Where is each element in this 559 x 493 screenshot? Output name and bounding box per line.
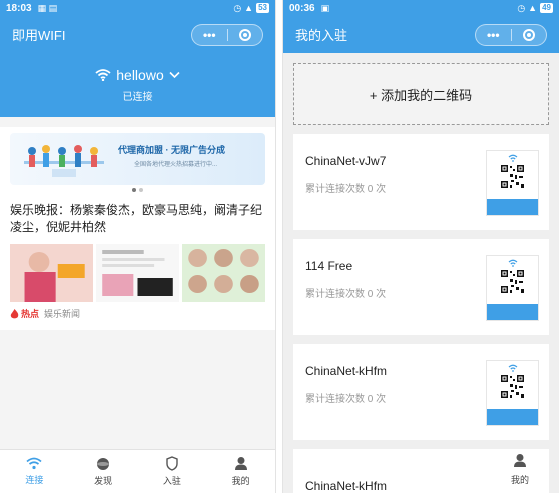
promo-banner[interactable]: 代理商加盟 · 无限广告分成 全国各地代理火热招募进行中... xyxy=(10,133,265,185)
add-qrcode-button[interactable]: + 添加我的二维码 xyxy=(293,63,549,125)
mini-program-capsule: ••• xyxy=(475,23,547,46)
right-phone-screen: 00:36 ▣ ◷ ▲ 49 我的入驻 ••• + 添加我的二维码 ChinaN… xyxy=(282,0,559,493)
shield-icon xyxy=(166,456,178,471)
user-icon xyxy=(513,454,526,467)
carousel-dots xyxy=(10,188,265,192)
alarm-icon: ◷ xyxy=(233,2,242,13)
wifi-icon xyxy=(26,457,42,470)
news-thumbnails[interactable] xyxy=(10,244,265,302)
thumb-image-1 xyxy=(10,244,93,302)
close-target-icon xyxy=(522,29,535,42)
tab-mine-overlay[interactable]: 我的 xyxy=(511,453,529,486)
page-title: 我的入驻 xyxy=(295,28,348,43)
wifi-icon xyxy=(508,259,517,267)
wifi-status-area[interactable]: hellowo 已连接 xyxy=(0,53,275,117)
tab-connect[interactable]: 连接 xyxy=(0,450,69,493)
entry-card[interactable]: ChinaNet-kHfm 累计连接次数 0 次 xyxy=(293,344,549,440)
entry-card[interactable]: 114 Free 累计连接次数 0 次 xyxy=(293,239,549,335)
people-illustration xyxy=(24,145,104,177)
entry-name: ChinaNet-kHfm xyxy=(305,364,388,378)
qr-code-icon xyxy=(500,269,525,294)
status-icons: ◷ ▲ 49 xyxy=(517,3,553,14)
battery-icon: 49 xyxy=(540,3,553,13)
qr-code-icon xyxy=(500,374,525,399)
tab-label: 发现 xyxy=(94,475,113,486)
qr-card-footer xyxy=(487,304,538,320)
user-icon xyxy=(234,457,247,470)
status-icons: ◷ ▲ 53 xyxy=(233,3,269,14)
close-button[interactable] xyxy=(512,25,547,45)
status-bar: 18:03 ▦ ▤ ◷ ▲ 53 xyxy=(0,0,275,16)
nav-bar: 我的入驻 ••• xyxy=(283,16,559,53)
qr-card-footer xyxy=(487,199,538,215)
entry-count: 累计连接次数 0 次 xyxy=(305,394,387,405)
tab-label: 我的 xyxy=(510,475,529,485)
signal-icon: ▲ xyxy=(528,3,538,13)
discover-icon xyxy=(97,457,110,470)
mini-program-capsule: ••• xyxy=(191,23,263,46)
tab-mine[interactable]: 我的 xyxy=(206,450,275,493)
entry-count: 累计连接次数 0 次 xyxy=(305,184,387,195)
banner-subtitle: 全国各地代理火热招募进行中... xyxy=(134,162,218,168)
feed-card: 代理商加盟 · 无限广告分成 全国各地代理火热招募进行中... 娱乐晚报：杨紫秦… xyxy=(0,127,275,330)
signal-icon: ▲ xyxy=(244,3,254,13)
alarm-icon: ◷ xyxy=(517,2,526,13)
status-bar: 00:36 ▣ ◷ ▲ 49 xyxy=(283,0,559,16)
bottom-tab-bar: 连接 发现 入驻 我的 xyxy=(0,449,275,493)
page-title: 即用WIFI xyxy=(12,28,66,43)
wifi-connected-label: 已连接 xyxy=(122,92,153,103)
tab-label: 我的 xyxy=(231,476,250,486)
close-button[interactable] xyxy=(228,25,263,45)
left-phone-screen: 18:03 ▦ ▤ ◷ ▲ 53 即用WIFI ••• hellowo 已连接 … xyxy=(0,0,276,493)
qr-code-card[interactable] xyxy=(486,255,539,321)
wifi-ssid: hellowo xyxy=(116,67,164,83)
entry-name: ChinaNet-vJw7 xyxy=(305,154,387,168)
nav-bar: 即用WIFI ••• xyxy=(0,16,275,53)
image-notification-icon: ▣ xyxy=(320,2,330,13)
news-source: 娱乐新闻 xyxy=(44,309,81,319)
wifi-icon xyxy=(508,364,517,372)
flame-icon xyxy=(10,308,19,318)
tab-join[interactable]: 入驻 xyxy=(138,450,207,493)
status-extra-icons: ▦ ▤ xyxy=(37,2,58,13)
entry-card[interactable]: ChinaNet-kHfm 我的 xyxy=(293,449,549,493)
wifi-icon xyxy=(508,154,517,162)
news-meta: 热点 娱乐新闻 xyxy=(10,307,265,320)
qr-code-card[interactable] xyxy=(486,150,539,216)
qr-code-icon xyxy=(500,164,525,189)
entry-name: ChinaNet-kHfm xyxy=(305,479,388,493)
wifi-icon xyxy=(95,69,111,81)
status-time: 00:36 xyxy=(289,2,315,14)
qr-code-card[interactable] xyxy=(486,360,539,426)
more-button[interactable]: ••• xyxy=(192,25,227,45)
entry-card[interactable]: ChinaNet-vJw7 累计连接次数 0 次 xyxy=(293,134,549,230)
battery-icon: 53 xyxy=(256,3,269,13)
news-headline[interactable]: 娱乐晚报：杨紫秦俊杰，欧豪马思纯，阚清子纪凌尘，倪妮井柏然 xyxy=(10,202,265,236)
hot-tag: 热点 xyxy=(21,309,40,319)
qr-card-footer xyxy=(487,409,538,425)
thumb-image-3 xyxy=(182,244,265,302)
entry-name: 114 Free xyxy=(305,259,353,273)
banner-title: 代理商加盟 · 无限广告分成 xyxy=(118,145,225,155)
tab-label: 入驻 xyxy=(162,476,181,486)
more-button[interactable]: ••• xyxy=(476,25,511,45)
tab-discover[interactable]: 发现 xyxy=(69,450,138,493)
tab-label: 连接 xyxy=(25,475,44,485)
close-target-icon xyxy=(238,29,251,42)
entry-count: 累计连接次数 0 次 xyxy=(305,289,387,300)
chevron-down-icon xyxy=(169,71,180,79)
status-time: 18:03 xyxy=(6,2,32,14)
thumb-image-2 xyxy=(96,244,179,302)
